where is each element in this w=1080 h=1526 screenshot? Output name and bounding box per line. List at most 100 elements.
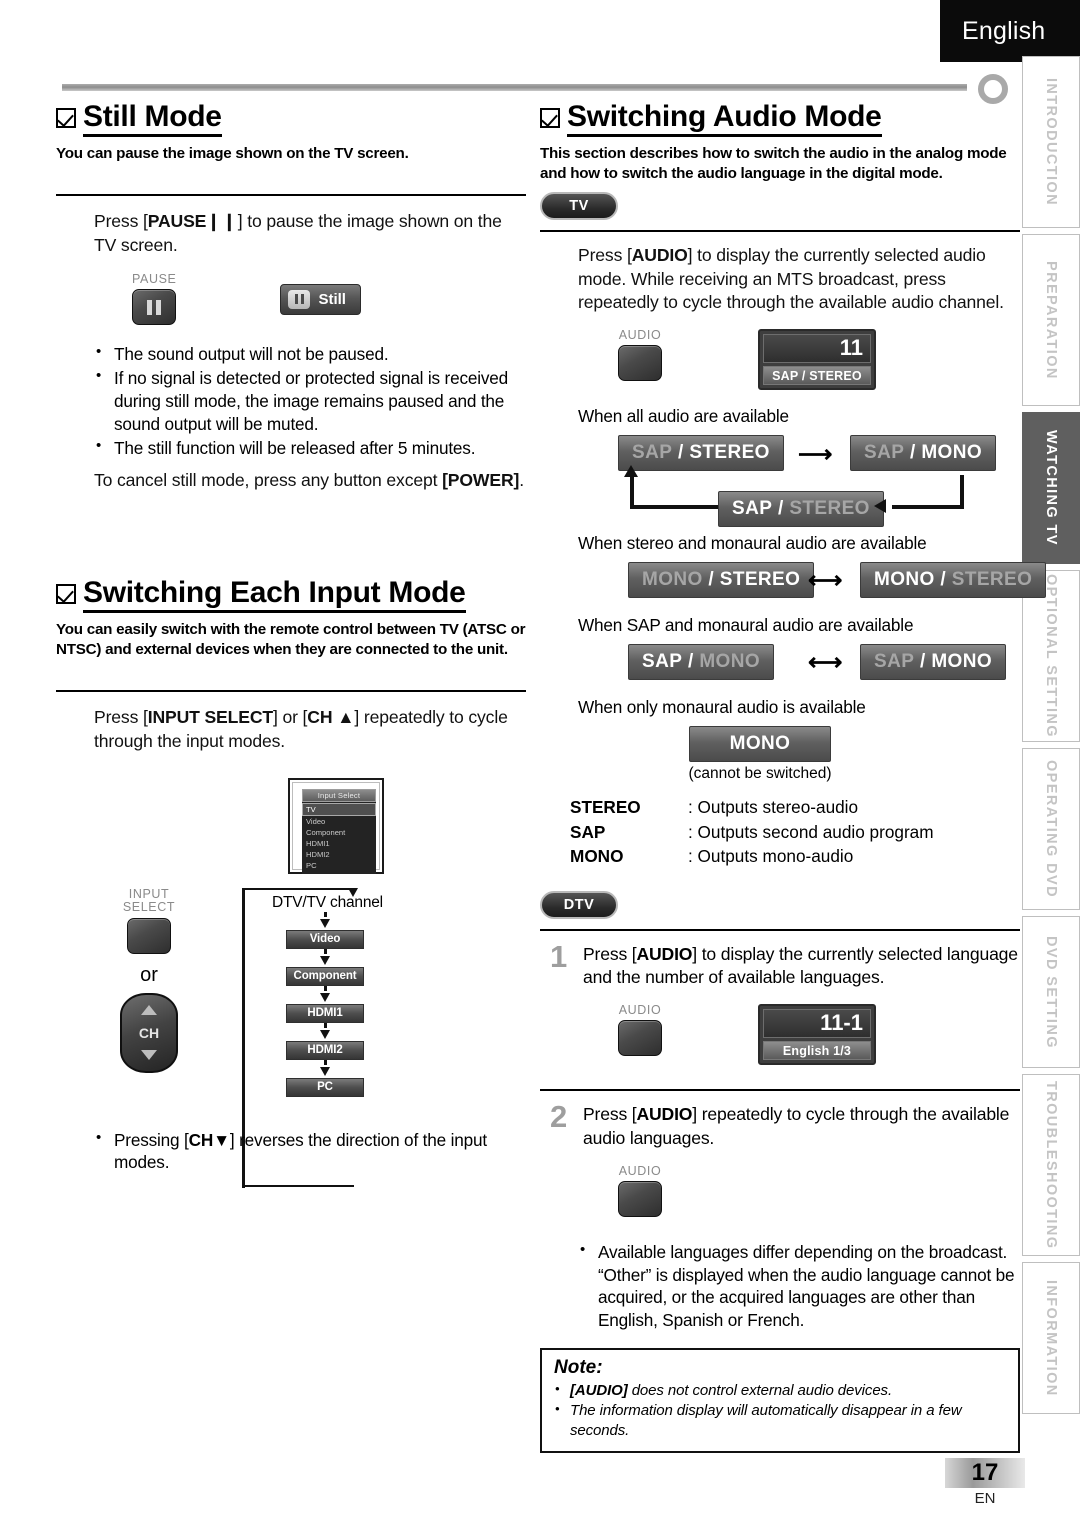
audio-button[interactable] [618,1180,662,1217]
tab-label: INFORMATION [1043,1279,1059,1397]
badge-mono: MONO [688,726,832,763]
glossary-term: STEREO [570,797,641,818]
right-column: Switching Audio Mode This section descri… [540,100,1047,1454]
dtv-step1-graphics: AUDIO 11-1 English 1/3 [540,1002,1020,1066]
divider [540,1089,1020,1092]
menu-item-hdmi2[interactable]: HDMI2 [302,849,376,860]
menu-item-component[interactable]: Component [302,827,376,838]
audio-key-label: AUDIO [636,1104,693,1125]
tab-label: OPTIONAL SETTING [1043,574,1059,738]
step-number: 1 [550,938,568,974]
left-column: Still Mode You can pause the image shown… [56,100,526,1188]
input-select-menu-title: Input Select [302,788,376,802]
glossary-term: MONO [570,846,624,867]
input-mode-instruction: Press [INPUT SELECT] or [CH ▲] repeatedl… [56,706,526,753]
flow-box-component: Component [286,966,364,986]
glossary-row: STEREO : Outputs stereo-audio [570,795,1020,819]
audio-key-label: AUDIO [631,245,688,266]
glossary-term: SAP [570,821,606,842]
pause-icon [147,299,161,315]
still-mode-instruction: Press [PAUSE❙❙] to pause the image shown… [94,211,502,255]
audio-button[interactable] [618,344,662,381]
tag-tv: TV [540,192,618,221]
pause-button[interactable] [132,289,176,326]
dtv-bullets: Available languages differ depending on … [540,1240,1020,1333]
audio-key-label: [AUDIO] [570,1382,628,1400]
input-mode-title: Switching Each Input Mode [83,576,466,614]
flow-box-video: Video [286,929,364,949]
input-select-key-label: INPUT SELECT [147,707,273,728]
language-banner: English [940,0,1080,62]
input-mode-lede: You can easily switch with the remote co… [56,621,526,659]
tab-label: DVD SETTING [1043,935,1059,1049]
tab-preparation[interactable]: PREPARATION [1022,234,1080,406]
checkbox-icon [56,584,76,605]
flow-box-pc: PC [286,1077,364,1097]
tab-label: PREPARATION [1043,260,1059,380]
badge-mono-stereo-2: MONO / STEREO [860,562,1047,599]
osd-still-label: Still [318,290,346,308]
dtv-step-2: 2 Press [AUDIO] repeatedly to cycle thro… [540,1102,1020,1150]
tab-dvd-setting[interactable]: DVD SETTING [1022,916,1080,1068]
tab-label: OPERATING DVD [1043,760,1059,898]
list-item: Available languages differ depending on … [578,1240,1020,1333]
menu-item-tv[interactable]: TV [302,803,376,816]
chevron-down-icon [141,1050,157,1061]
tv-audio-instruction: Press [AUDIO] to display the currently s… [578,245,1004,313]
tab-operating-dvd[interactable]: OPERATING DVD [1022,748,1080,910]
still-mode-title: Still Mode [83,100,222,137]
dtv-channel-display-osd: 11-1 English 1/3 [758,1003,876,1066]
checkbox-icon [56,108,76,128]
glossary-definition: : Outputs stereo-audio [688,797,859,818]
audio-mode-indicator: SAP / STEREO [763,366,871,386]
caption-all-audio: When all audio are available [578,406,789,427]
arrow-down-icon [320,1066,330,1076]
badge-sap-stereo-2: SAP / STEREO [718,491,884,528]
mono-stereo-row: MONO / STEREO ⟷ MONO / STEREO [540,562,1047,606]
tab-watching-tv[interactable]: WATCHING TV [1022,412,1080,564]
mono-only-block: MONO (cannot be switched) [540,726,1020,783]
tab-troubleshooting[interactable]: TROUBLESHOOTING [1022,1074,1080,1256]
pause-button-label: PAUSE [132,272,177,287]
step-text: Press [AUDIO] repeatedly to cycle throug… [583,1104,1010,1149]
chevron-up-icon [141,1005,157,1016]
glossary-row: MONO : Outputs mono-audio [570,844,1020,868]
still-mode-cancel-note: To cancel still mode, press any button e… [56,469,526,493]
audio-button-label: AUDIO [618,1002,662,1017]
power-key-label: [POWER] [442,469,520,490]
audio-mode-title: Switching Audio Mode [567,100,882,137]
caption-sap-mono: When SAP and monaural audio are availabl… [578,615,914,636]
note-item: The information display will automatical… [554,1400,1006,1441]
arrow-down-icon [320,992,330,1002]
menu-item-pc[interactable]: PC [302,860,376,871]
menu-item-video[interactable]: Video [302,816,376,827]
divider [56,690,526,693]
tab-information[interactable]: INFORMATION [1022,1262,1080,1414]
list-item: Pressing [CH▼] reverses the direction of… [94,1128,526,1175]
arrow-right-icon: ⟶ [798,441,833,469]
sap-mono-row: SAP / MONO ⟷ SAP / MONO [540,644,1020,688]
badge-mono-stereo-1: MONO / STEREO [628,562,815,599]
still-mode-lede: You can pause the image shown on the TV … [56,145,409,162]
menu-item-hdmi1[interactable]: HDMI1 [302,838,376,849]
language-label: English [962,16,1046,45]
ch-rocker-button[interactable]: CH [120,992,178,1073]
audio-button-label: AUDIO [618,1163,662,1178]
divider [540,928,1020,931]
input-cycle-flowchart: DTV/TV channel Video Component HDMI1 HDM… [242,880,383,1188]
still-mode-graphics: PAUSE Still [56,272,526,326]
audio-button[interactable] [618,1019,662,1056]
arrow-left-icon [874,499,886,514]
flow-box-hdmi1: HDMI1 [286,1003,364,1023]
flow-box-hdmi2: HDMI2 [286,1040,364,1060]
cancel-post: . [519,469,524,490]
note-title: Note: [554,1357,603,1379]
input-select-button[interactable] [127,917,171,954]
dtv-step2-graphics: AUDIO [540,1163,1020,1217]
audio-language-indicator: English 1/3 [763,1041,871,1061]
channel-display-osd: 11 SAP / STEREO [758,328,876,391]
tab-introduction[interactable]: INTRODUCTION [1022,56,1080,228]
still-mode-section: Still Mode You can pause the image shown… [56,100,526,492]
tv-audio-graphics: AUDIO 11 SAP / STEREO [540,328,1020,391]
ch-up-key-label: CH ▲ [307,707,355,728]
